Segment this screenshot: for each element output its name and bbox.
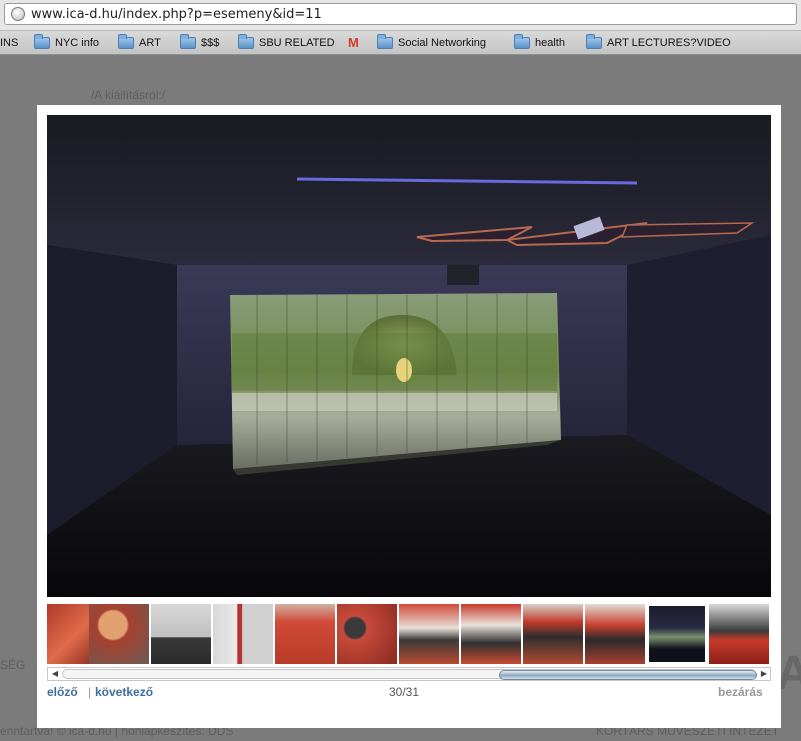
side-text-fragment: SÉG [0, 658, 26, 672]
gmail-icon: M [348, 35, 359, 50]
bookmark-label: $$$ [201, 37, 220, 49]
scroll-thumb[interactable] [499, 670, 757, 680]
gallery-room-image [47, 115, 771, 597]
folder-icon [238, 34, 254, 49]
folder-icon [34, 34, 50, 49]
close-link[interactable]: bezárás [718, 685, 763, 699]
lightbox: ◀ ▶ előző | következő 30/31 bezárás [37, 105, 781, 728]
bookmark-nyc-info[interactable]: NYC info [34, 34, 100, 51]
bookmarks-bar: INS NYC info ART $$$ SBU RELATED M Socia… [0, 31, 801, 55]
scroll-track[interactable] [62, 669, 757, 680]
thumbnail-current[interactable] [647, 604, 707, 664]
folder-icon [586, 34, 602, 49]
bookmark-label: INS [0, 37, 19, 49]
next-link[interactable]: következő [95, 685, 153, 699]
folder-icon [514, 34, 530, 49]
thumbnail-scrollbar[interactable]: ◀ ▶ [47, 667, 771, 681]
bookmark-money[interactable]: $$$ [180, 34, 220, 51]
thumbnail[interactable] [461, 604, 521, 664]
bookmark-art-lectures[interactable]: ART LECTURES?VIDEO [586, 34, 731, 51]
bookmark-gmail[interactable]: M [348, 35, 378, 51]
bookmark-label: SBU RELATED [259, 37, 335, 49]
thumbnail[interactable] [151, 604, 211, 664]
folder-icon [118, 34, 134, 49]
bookmark-label: health [535, 37, 565, 49]
folder-icon [377, 34, 393, 49]
scroll-left-arrow-icon[interactable]: ◀ [49, 668, 61, 680]
url-text[interactable]: www.ica-d.hu/index.php?p=esemeny&id=11 [31, 7, 322, 22]
address-bar: www.ica-d.hu/index.php?p=esemeny&id=11 [0, 0, 801, 31]
bookmark-label: NYC info [55, 37, 100, 49]
thumbnail[interactable] [585, 604, 645, 664]
bookmark-sbu-related[interactable]: SBU RELATED [238, 34, 335, 51]
thumbnail[interactable] [399, 604, 459, 664]
thumbnail[interactable] [337, 604, 397, 664]
nav-divider: | [88, 685, 92, 699]
thumbnail-strip [47, 604, 771, 664]
thumbnail[interactable] [275, 604, 335, 664]
url-field[interactable]: www.ica-d.hu/index.php?p=esemeny&id=11 [4, 3, 797, 25]
bookmark-label: ART [139, 37, 161, 49]
bookmark-art[interactable]: ART [118, 34, 161, 51]
thumbnail[interactable] [709, 604, 769, 664]
globe-icon [11, 7, 25, 21]
bookmark-label: Social Networking [398, 37, 487, 49]
folder-icon [180, 34, 196, 49]
scroll-right-arrow-icon[interactable]: ▶ [758, 668, 770, 680]
image-counter: 30/31 [389, 685, 420, 699]
gallery-photo[interactable] [47, 115, 771, 597]
thumbnail[interactable] [523, 604, 583, 664]
breadcrumb: /A kiállításról:/ [91, 88, 166, 102]
thumbnail[interactable] [213, 604, 273, 664]
bookmark-ins[interactable]: INS [0, 35, 18, 51]
bookmark-social-networking[interactable]: Social Networking [377, 34, 487, 51]
bookmark-label: ART LECTURES?VIDEO [607, 37, 731, 49]
prev-link[interactable]: előző [47, 685, 78, 699]
thumbnail[interactable] [89, 604, 149, 664]
bookmark-health[interactable]: health [514, 34, 565, 51]
